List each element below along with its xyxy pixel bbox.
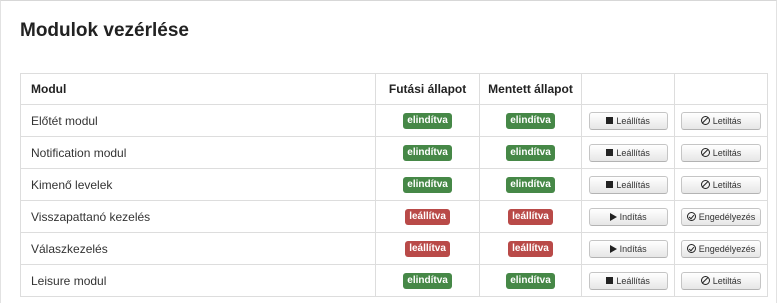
table-row: Kimenő levelek elindítva elindítva Leáll… <box>19 168 768 201</box>
stop-button-label: Leállítás <box>616 115 650 126</box>
disable-button[interactable]: Letiltás <box>681 175 762 194</box>
column-header-saved-state: Mentett állapot <box>478 73 583 105</box>
disable-button-label: Letiltás <box>712 115 742 126</box>
stop-button-label: Leállítás <box>616 275 650 286</box>
play-icon <box>609 212 617 221</box>
stop-icon <box>606 117 614 124</box>
ban-icon <box>700 148 710 157</box>
stop-button[interactable]: Leállítás <box>588 143 668 162</box>
saved-status-badge: elindítva <box>506 145 555 161</box>
stop-icon <box>606 181 614 188</box>
stop-button[interactable]: Leállítás <box>588 111 668 130</box>
stop-button-label: Leállítás <box>616 179 650 190</box>
start-button[interactable]: Indítás <box>588 207 668 226</box>
stop-button[interactable]: Leállítás <box>588 175 668 194</box>
start-button[interactable]: Indítás <box>588 239 668 258</box>
module-name: Visszapattanó kezelés <box>19 200 377 233</box>
ban-icon <box>700 116 710 125</box>
module-name: Leisure modul <box>19 264 377 297</box>
ban-icon <box>700 180 710 189</box>
run-status-badge: elindítva <box>403 145 452 161</box>
run-status-badge: elindítva <box>403 177 452 193</box>
enable-button[interactable]: Engedélyezés <box>681 207 762 226</box>
page-title: Modulok vezérlése <box>20 20 189 41</box>
check-circle-icon <box>686 212 696 221</box>
module-name: Válaszkezelés <box>19 232 377 265</box>
table-row: Notification modul elindítva elindítva L… <box>19 136 768 169</box>
module-name: Előtét modul <box>19 104 377 137</box>
run-status-badge: elindítva <box>403 273 452 289</box>
ban-icon <box>700 276 710 285</box>
run-status-badge: elindítva <box>403 113 452 129</box>
saved-status-badge: elindítva <box>506 113 555 129</box>
start-button-label: Indítás <box>619 211 647 222</box>
run-status-badge: leállítva <box>405 241 450 257</box>
stop-icon <box>606 277 614 284</box>
saved-status-badge: elindítva <box>506 273 555 289</box>
stop-button[interactable]: Leállítás <box>588 271 668 290</box>
table-row: Válaszkezelés leállítva leállítva Indítá… <box>19 232 768 265</box>
play-icon <box>609 244 617 253</box>
stop-icon <box>606 149 614 156</box>
modules-table: Modul Futási állapot Mentett állapot Elő… <box>19 73 768 297</box>
disable-button-label: Letiltás <box>712 275 742 286</box>
disable-button-label: Letiltás <box>712 147 742 158</box>
disable-button-label: Letiltás <box>712 179 742 190</box>
table-row: Előtét modul elindítva elindítva Leállít… <box>19 104 768 137</box>
saved-status-badge: leállítva <box>508 209 553 225</box>
disable-button[interactable]: Letiltás <box>681 271 762 290</box>
saved-status-badge: elindítva <box>506 177 555 193</box>
saved-status-badge: leállítva <box>508 241 553 257</box>
stop-button-label: Leállítás <box>616 147 650 158</box>
module-name: Notification modul <box>19 136 377 169</box>
column-header-action <box>581 73 676 105</box>
table-header-row: Modul Futási állapot Mentett állapot <box>19 73 768 105</box>
enable-button-label: Engedélyezés <box>698 211 756 222</box>
enable-button-label: Engedélyezés <box>698 243 756 254</box>
table-row: Visszapattanó kezelés leállítva leállítv… <box>19 200 768 233</box>
module-name: Kimenő levelek <box>19 168 377 201</box>
column-header-module: Modul <box>19 73 377 105</box>
disable-button[interactable]: Letiltás <box>681 143 762 162</box>
modules-panel: Modulok vezérlése Modul Futási állapot M… <box>0 0 777 303</box>
column-header-run-state: Futási állapot <box>375 73 480 105</box>
table-row: Leisure modul elindítva elindítva Leállí… <box>19 264 768 297</box>
enable-button[interactable]: Engedélyezés <box>681 239 762 258</box>
run-status-badge: leállítva <box>405 209 450 225</box>
column-header-toggle <box>674 73 768 105</box>
check-circle-icon <box>686 244 696 253</box>
disable-button[interactable]: Letiltás <box>681 111 762 130</box>
start-button-label: Indítás <box>619 243 647 254</box>
